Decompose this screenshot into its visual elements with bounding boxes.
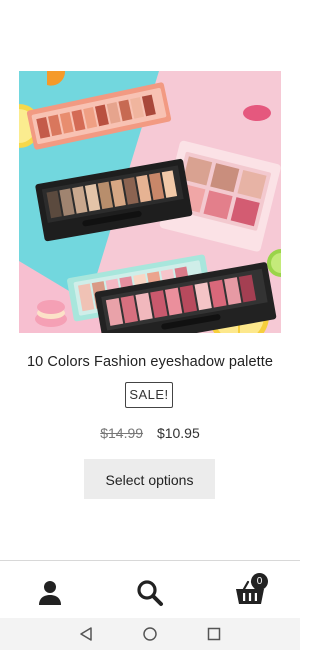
product-title[interactable]: 10 Colors Fashion eyeshadow palette [0, 354, 300, 370]
original-price: $14.99 [100, 425, 144, 441]
system-nav-bar [0, 618, 300, 650]
account-icon[interactable] [36, 579, 64, 607]
cart-count-badge: 0 [251, 573, 268, 590]
back-icon[interactable] [78, 626, 94, 642]
bottom-nav: 0 [0, 561, 300, 618]
eyeshadow-palette-image [19, 71, 281, 333]
sale-price: $10.95 [156, 425, 200, 441]
recents-icon[interactable] [206, 626, 222, 642]
product-image[interactable] [19, 71, 281, 333]
sale-badge: SALE! [125, 382, 173, 408]
price-row: $14.99 $10.95 [0, 425, 300, 441]
product-page: 10 Colors Fashion eyeshadow palette SALE… [0, 0, 300, 650]
search-icon[interactable] [136, 579, 164, 607]
home-icon[interactable] [142, 626, 158, 642]
select-options-button[interactable]: Select options [84, 459, 215, 499]
